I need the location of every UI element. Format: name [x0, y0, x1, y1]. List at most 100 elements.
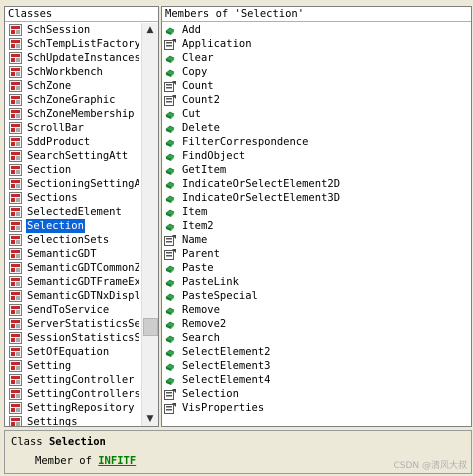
property-icon	[164, 235, 176, 246]
class-icon	[9, 94, 22, 106]
member-list-item[interactable]: Delete	[162, 121, 471, 135]
class-list-item[interactable]: ScrollBar	[5, 121, 139, 135]
member-list-item[interactable]: VisProperties	[162, 401, 471, 415]
member-list-item-label: Count2	[182, 94, 220, 106]
member-list-item[interactable]: Cut	[162, 107, 471, 121]
class-icon	[9, 178, 22, 190]
member-list-item[interactable]: Search	[162, 331, 471, 345]
member-list-item[interactable]: Selection	[162, 387, 471, 401]
member-list-item[interactable]: Remove2	[162, 317, 471, 331]
method-icon	[165, 195, 175, 203]
class-list-item[interactable]: SelectedElement	[5, 205, 139, 219]
class-list-item[interactable]: SchUpdateInstances	[5, 51, 139, 65]
class-list-item[interactable]: Section	[5, 163, 139, 177]
member-list-item-label: Selection	[182, 388, 239, 400]
class-list-item[interactable]: SelectionSets	[5, 233, 139, 247]
member-list-item-label: Item	[182, 206, 208, 218]
class-list-item-label: Settings	[27, 416, 78, 426]
class-list-item-label: SelectedElement	[27, 206, 122, 218]
method-icon	[165, 293, 175, 301]
classes-header: Classes	[5, 7, 158, 22]
property-icon	[164, 389, 176, 400]
class-icon	[9, 416, 22, 426]
member-list-item-label: Add	[182, 24, 201, 36]
class-list-item[interactable]: SchSession	[5, 23, 139, 37]
class-icon	[9, 374, 22, 386]
members-list[interactable]: Add Application Clear Copy Count Count2 Cut Del…	[162, 23, 471, 426]
class-list-item[interactable]: SendToService	[5, 303, 139, 317]
member-of-link[interactable]: INFITF	[98, 455, 136, 467]
class-list-item[interactable]: SchZoneMembership	[5, 107, 139, 121]
member-list-item[interactable]: FilterCorrespondence	[162, 135, 471, 149]
class-list-item[interactable]: SemanticGDTFrameExt	[5, 275, 139, 289]
member-list-item[interactable]: Item	[162, 205, 471, 219]
class-list-item[interactable]: Sections	[5, 191, 139, 205]
members-header: Members of 'Selection'	[162, 7, 471, 22]
class-list-item-label: Selection	[25, 219, 86, 233]
watermark: CSDN @清风大叔	[393, 461, 467, 471]
member-list-item[interactable]: Paste	[162, 261, 471, 275]
member-list-item-label: VisProperties	[182, 402, 265, 414]
member-list-item[interactable]: PasteLink	[162, 275, 471, 289]
property-icon	[164, 95, 176, 106]
member-list-item[interactable]: Copy	[162, 65, 471, 79]
class-list-item[interactable]: SchZoneGraphic	[5, 93, 139, 107]
class-list-item[interactable]: SddProduct	[5, 135, 139, 149]
member-list-item[interactable]: PasteSpecial	[162, 289, 471, 303]
detail-member-of-prefix: Member of	[35, 455, 92, 467]
member-list-item[interactable]: Count	[162, 79, 471, 93]
scrollbar-thumb[interactable]	[143, 317, 158, 336]
method-icon	[165, 153, 175, 161]
class-list-item[interactable]: SettingControllers	[5, 387, 139, 401]
member-list-item[interactable]: IndicateOrSelectElement3D	[162, 191, 471, 205]
member-list-item[interactable]: IndicateOrSelectElement2D	[162, 177, 471, 191]
class-list-item[interactable]: SettingRepository	[5, 401, 139, 415]
classes-scrollbar[interactable]: ▲ ▼	[141, 23, 158, 426]
method-icon	[165, 321, 175, 329]
class-list-item-label: SemanticGDT	[27, 248, 97, 260]
member-list-item[interactable]: SelectElement2	[162, 345, 471, 359]
method-icon	[165, 167, 175, 175]
class-list-item-label: SearchSettingAtt	[27, 150, 129, 162]
scroll-up-icon[interactable]: ▲	[142, 23, 158, 37]
member-list-item-label: Cut	[182, 108, 201, 120]
member-list-item[interactable]: Parent	[162, 247, 471, 261]
class-list-item[interactable]: SchTempListFactory	[5, 37, 139, 51]
class-list-item-label: ServerStatisticsSet	[27, 318, 139, 330]
class-list-item[interactable]: SectioningSettingAt	[5, 177, 139, 191]
class-icon	[9, 80, 22, 92]
class-list-item[interactable]: SetOfEquation	[5, 345, 139, 359]
class-list-item[interactable]: Setting	[5, 359, 139, 373]
scroll-down-icon[interactable]: ▼	[142, 412, 158, 426]
member-list-item[interactable]: Application	[162, 37, 471, 51]
class-icon	[9, 52, 22, 64]
class-list-item[interactable]: SemanticGDTNxDispla	[5, 289, 139, 303]
class-list-item[interactable]: SchWorkbench	[5, 65, 139, 79]
member-list-item-label: Application	[182, 38, 252, 50]
member-list-item[interactable]: Name	[162, 233, 471, 247]
member-list-item[interactable]: Add	[162, 23, 471, 37]
classes-list[interactable]: SchSession SchTempListFactory SchUpdateIns…	[5, 23, 158, 426]
class-list-item[interactable]: SchZone	[5, 79, 139, 93]
class-icon	[9, 276, 22, 288]
class-list-item[interactable]: Settings	[5, 415, 139, 426]
member-list-item[interactable]: SelectElement4	[162, 373, 471, 387]
class-list-item[interactable]: SemanticGDT	[5, 247, 139, 261]
class-list-item[interactable]: Selection	[5, 219, 139, 233]
class-list-item-label: SemanticGDTCommonZo	[27, 262, 139, 274]
member-list-item[interactable]: Item2	[162, 219, 471, 233]
member-list-item[interactable]: Remove	[162, 303, 471, 317]
detail-class-prefix: Class	[11, 436, 43, 448]
class-icon	[9, 304, 22, 316]
class-list-item[interactable]: ServerStatisticsSet	[5, 317, 139, 331]
class-list-item[interactable]: SemanticGDTCommonZo	[5, 261, 139, 275]
member-list-item[interactable]: SelectElement3	[162, 359, 471, 373]
class-list-item[interactable]: SessionStatisticsSe	[5, 331, 139, 345]
member-list-item[interactable]: FindObject	[162, 149, 471, 163]
class-list-item[interactable]: SettingController	[5, 373, 139, 387]
method-icon	[165, 335, 175, 343]
member-list-item[interactable]: GetItem	[162, 163, 471, 177]
member-list-item[interactable]: Count2	[162, 93, 471, 107]
member-list-item[interactable]: Clear	[162, 51, 471, 65]
class-list-item[interactable]: SearchSettingAtt	[5, 149, 139, 163]
